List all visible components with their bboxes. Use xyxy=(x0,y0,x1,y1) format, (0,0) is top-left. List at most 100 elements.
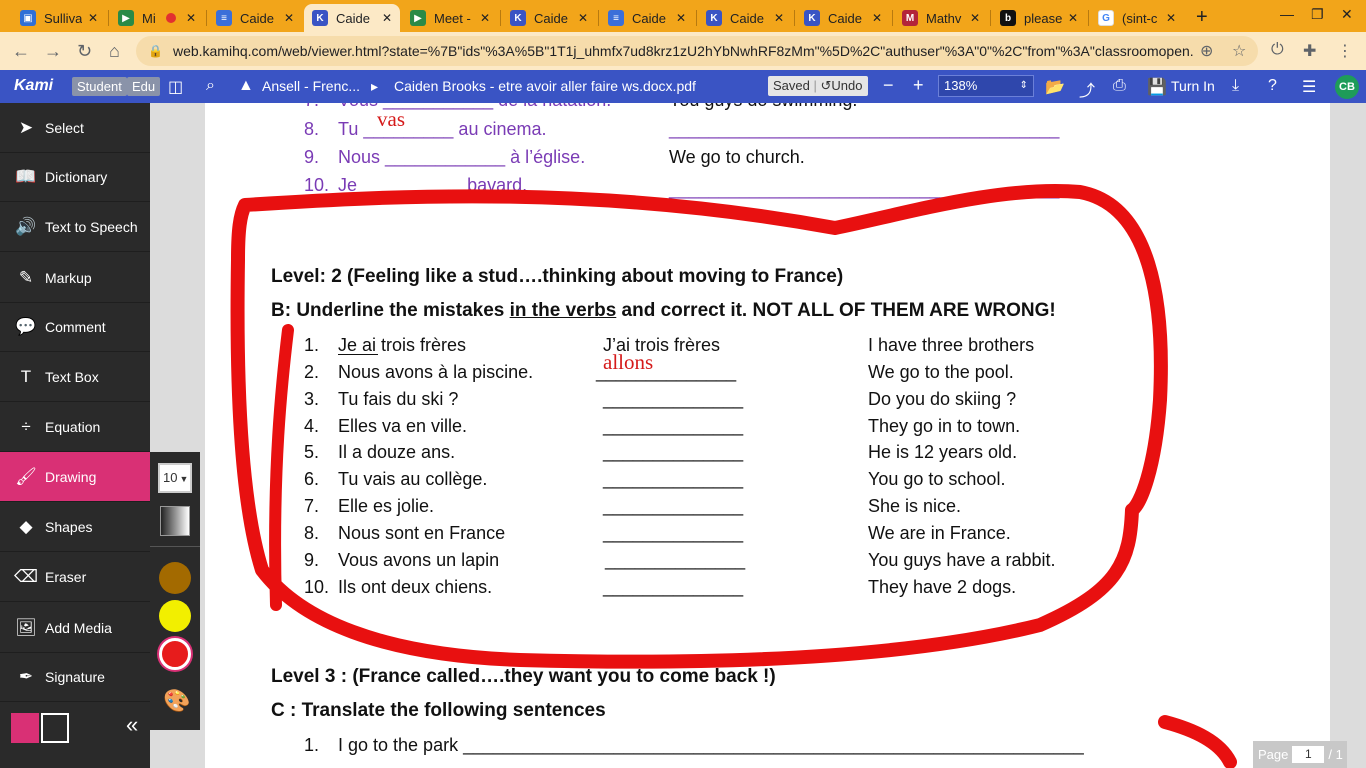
line-number: 7. xyxy=(304,103,319,111)
tool-equation[interactable]: ÷ Equation xyxy=(0,402,150,452)
extensions-icon[interactable]: ✚ xyxy=(1303,41,1316,61)
new-tab-icon[interactable]: + xyxy=(1196,6,1208,29)
close-icon[interactable]: ✕ xyxy=(480,11,490,25)
single-pane-button[interactable] xyxy=(11,713,39,743)
dual-pane-button[interactable] xyxy=(41,713,69,743)
browser-tab[interactable]: ▣ Sulliva ✕ xyxy=(12,4,106,32)
close-icon[interactable]: ✕ xyxy=(382,11,392,25)
collapse-sidebar-icon[interactable]: « xyxy=(126,712,138,738)
stroke-size-select[interactable]: 10 ▼ xyxy=(158,463,192,493)
close-icon[interactable]: ✕ xyxy=(1166,11,1176,25)
comment-icon: 💬 xyxy=(15,316,37,336)
color-swatch-brown[interactable] xyxy=(159,562,191,594)
close-icon[interactable]: ✕ xyxy=(1068,11,1078,25)
tool-drawing[interactable]: 🖌 Drawing xyxy=(0,452,150,502)
browser-tab[interactable]: ≡ Caide ✕ xyxy=(208,4,302,32)
minimize-icon[interactable]: — xyxy=(1280,6,1294,22)
browser-tab[interactable]: ≡ Caide ✕ xyxy=(600,4,694,32)
avatar[interactable]: CB xyxy=(1335,75,1359,99)
home-icon[interactable]: ⌂ xyxy=(109,41,120,62)
pointer-icon: ➤ xyxy=(18,117,34,137)
browser-tab[interactable]: ▶ Mi ✕ xyxy=(110,4,204,32)
address-bar[interactable]: 🔒 web.kamihq.com/web/viewer.html?state=%… xyxy=(136,36,1258,66)
row-number: 10. xyxy=(304,577,330,597)
kami-icon: K xyxy=(312,10,328,26)
open-folder-icon[interactable]: 📂 xyxy=(1045,77,1065,97)
sidebar-toggle-icon[interactable]: ◫ xyxy=(168,77,183,97)
tool-sidebar: ➤ Select 📖 Dictionary 🔊 Text to Speech ✎ Mar… xyxy=(0,103,150,768)
share-icon[interactable]: ⤴ xyxy=(1079,77,1095,101)
browser-tab[interactable]: K Caide ✕ xyxy=(796,4,890,32)
turn-in-button[interactable]: Turn In xyxy=(1171,78,1215,94)
zoom-out-icon[interactable]: − xyxy=(883,75,894,96)
tool-signature[interactable]: ✒ Signature xyxy=(0,652,150,702)
undo-button[interactable]: ↺Undo xyxy=(821,78,863,93)
tool-add-media[interactable]: 🖼 Add Media xyxy=(0,603,150,653)
print-icon[interactable]: ⎙ xyxy=(1113,77,1126,95)
install-icon[interactable]: ⊕ xyxy=(1200,41,1213,61)
row-number: 1. xyxy=(304,735,320,755)
reload-icon[interactable]: ↻ xyxy=(77,41,92,62)
pdf-page: 7. Vous ___________ de la natation. You … xyxy=(205,103,1330,768)
back-icon[interactable]: ← xyxy=(12,41,30,62)
tool-comment[interactable]: 💬 Comment xyxy=(0,302,150,352)
tool-markup[interactable]: ✎ Markup xyxy=(0,253,150,303)
kami-toolbar: Kami Student Edu ◫ ⌕ ▲ Ansell - Frenc...… xyxy=(0,70,1366,103)
hamburger-menu-icon[interactable]: ☰ xyxy=(1302,77,1316,97)
close-icon[interactable]: ✕ xyxy=(578,11,588,25)
breadcrumb-folder[interactable]: Ansell - Frenc... xyxy=(262,78,360,94)
tool-text-box[interactable]: T Text Box xyxy=(0,352,150,402)
browser-tab[interactable]: ▶ Meet - ✕ xyxy=(402,4,498,32)
breadcrumb-chevron-icon: ▸ xyxy=(371,78,379,94)
document-viewer[interactable]: 7. Vous ___________ de la natation. You … xyxy=(150,103,1366,768)
tool-dictionary[interactable]: 📖 Dictionary xyxy=(0,152,150,202)
english-line: _______________________________________ xyxy=(669,119,1060,139)
french-line: Tu _________ au cinema. xyxy=(338,119,547,139)
page-number-input[interactable]: 1 xyxy=(1292,746,1325,763)
close-icon[interactable]: ✕ xyxy=(676,11,686,25)
palette-icon[interactable]: 🎨 xyxy=(163,688,190,714)
browser-tab-active[interactable]: K Caide ✕ xyxy=(304,4,400,32)
browser-tab[interactable]: G (sint-c ✕ xyxy=(1090,4,1184,32)
close-window-icon[interactable]: ✕ xyxy=(1341,6,1353,23)
tool-eraser[interactable]: ⌫ Eraser xyxy=(0,552,150,602)
tool-shapes[interactable]: ◆ Shapes xyxy=(0,502,150,552)
zoom-in-icon[interactable]: + xyxy=(913,75,924,96)
brush-icon: 🖌 xyxy=(15,466,37,486)
color-swatch-red[interactable] xyxy=(159,638,191,670)
zoom-select[interactable]: 138% ⇕ xyxy=(938,75,1034,97)
download-icon[interactable]: ⤓ xyxy=(1232,77,1239,95)
handwritten-answer: allons xyxy=(603,350,654,374)
close-icon[interactable]: ✕ xyxy=(88,11,98,25)
tool-text-to-speech[interactable]: 🔊 Text to Speech xyxy=(0,202,150,252)
lock-icon[interactable]: 🔒 xyxy=(148,44,163,58)
tool-select[interactable]: ➤ Select xyxy=(0,103,150,153)
meet-icon: ▶ xyxy=(410,10,426,26)
browser-tab[interactable]: M Mathv ✕ xyxy=(894,4,988,32)
recording-icon xyxy=(165,13,176,23)
browser-tab[interactable]: b please ✕ xyxy=(992,4,1086,32)
opacity-swatch[interactable] xyxy=(160,506,190,536)
level3-instructions: C : Translate the following sentences xyxy=(271,700,606,721)
power-icon[interactable]: ⏻ xyxy=(1271,41,1284,59)
close-icon[interactable]: ✕ xyxy=(284,11,294,25)
english-sentence: You guys have a rabbit. xyxy=(868,550,1056,570)
kami-icon: K xyxy=(706,10,722,26)
close-icon[interactable]: ✕ xyxy=(774,11,784,25)
close-icon[interactable]: ✕ xyxy=(970,11,980,25)
edu-badge: Edu xyxy=(127,77,161,96)
color-swatch-yellow[interactable] xyxy=(159,600,191,632)
restore-icon[interactable]: ❐ xyxy=(1311,6,1324,23)
menu-dots-icon[interactable]: ⋮ xyxy=(1337,41,1353,61)
help-icon[interactable]: ? xyxy=(1268,77,1277,95)
close-icon[interactable]: ✕ xyxy=(872,11,882,25)
browser-tab[interactable]: K Caide ✕ xyxy=(698,4,792,32)
image-icon: 🖼 xyxy=(15,617,37,637)
forward-icon[interactable]: → xyxy=(44,41,62,62)
search-icon[interactable]: ⌕ xyxy=(206,77,215,95)
bookmark-star-icon[interactable]: ☆ xyxy=(1232,41,1246,61)
row-number: 5. xyxy=(304,442,320,462)
close-icon[interactable]: ✕ xyxy=(186,11,196,25)
kami-icon: K xyxy=(804,10,820,26)
browser-tab[interactable]: K Caide ✕ xyxy=(502,4,596,32)
